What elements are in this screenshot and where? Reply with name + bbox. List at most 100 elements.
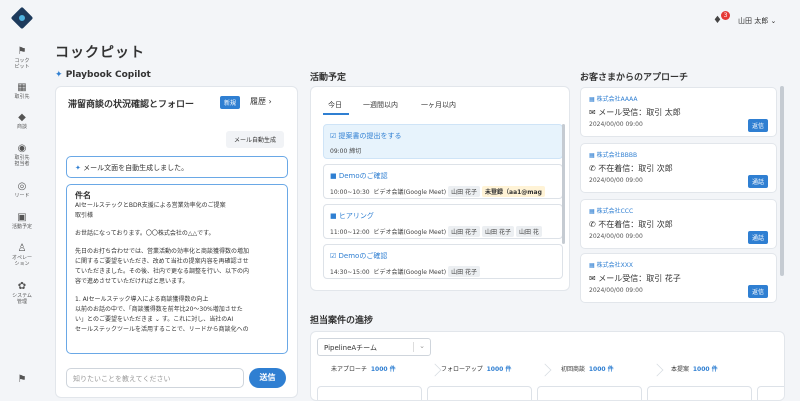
schedule-where: ビデオ会議(Google Meet) [373,229,447,236]
draft-subject-label: 件名 [75,191,91,200]
lead-icon: ◎ [17,181,27,192]
approach-item[interactable]: ▦ 株式会社BBBB ✆ 不在着信：取引 次郎 2024/00/00 09:00… [580,143,777,193]
approach-scrollbar[interactable] [780,86,784,276]
operation-icon: ♙ [17,243,27,254]
deal-card[interactable] [537,386,642,400]
schedule-time: 10:00~10:30 [330,189,370,196]
chevron-down-icon: ⌄ [419,342,425,350]
chevron-down-icon: ⌄ [770,17,777,25]
schedule-scrollbar[interactable] [562,124,565,244]
schedule-where: ビデオ会議(Google Meet) [373,189,447,196]
draft-greeting: お世話になっております。〇〇株式会社の△△です。 [75,230,215,237]
user-menu[interactable]: 山田 太郎 ⌄ [738,16,776,26]
mail-icon: ✉ [589,108,596,117]
nav-label: 取引先 [14,94,30,100]
stage-first-meeting[interactable]: 初回商談 1000 件 [561,362,614,378]
checkbox-icon: ☑ [330,132,337,140]
new-button[interactable]: 新規 [220,96,241,109]
draft-line: 以前のお話の中で、「商談獲得数を前年比20〜30%増加させた [75,306,243,313]
sparkle-icon: ✦ [75,164,81,172]
nav-item-accounts[interactable]: ▦ 取引先 [0,82,44,100]
app-logo[interactable] [10,6,34,30]
tab-week[interactable]: 一週間以内 [363,100,398,110]
stage-follow-up[interactable]: フォローアップ 1000 件 [441,362,511,378]
history-button[interactable]: 履歴 › [250,96,272,107]
building-icon: ▦ [589,262,595,269]
copilot-section-title: ✦ Playbook Copilot [55,70,151,80]
progress-panel: PipelineAチーム ⌄ 未アプローチ 1000 件 フォローアップ 100… [310,331,785,401]
deal-card[interactable] [647,386,752,400]
nav-item-activities[interactable]: ▣ 活動予定 [0,212,44,230]
call-button[interactable]: 通話 [747,231,768,244]
schedule-panel: 今日 一週間以内 一ヶ月以内 ☑ 提案書の提出をする 09:00 締切 ■ De… [310,86,570,291]
attendee-chip: 山田 花子 [448,186,481,197]
nav-label: 取引先 担当者 [14,155,30,167]
reply-button[interactable]: 返信 [747,119,768,132]
attendee-chip: 山田 花子 [448,226,481,237]
ask-input[interactable]: 知りたいことを教えてください [66,368,244,388]
notification-badge: 3 [721,11,730,20]
mail-generate-button[interactable]: メール自動生成 [226,131,285,148]
chevron-right-icon: › [268,97,272,106]
approach-time: 2024/00/00 09:00 [589,287,643,294]
send-button[interactable]: 送信 [249,368,286,388]
attendee-chip: 山田 花 [515,226,542,237]
deal-card[interactable] [317,386,422,400]
approach-time: 2024/00/00 09:00 [589,121,643,128]
diamond-icon: ◆ [18,112,26,123]
schedule-item[interactable]: ■ ヒアリング 11:00~12:00 ビデオ会議(Google Meet) 山田… [323,204,563,239]
schedule-time: 11:00~12:00 [330,229,370,236]
draft-line: セールステックツールを活用することで、リードから商談化への [75,326,249,333]
stage-separator [651,362,659,378]
tab-month[interactable]: 一ヶ月以内 [421,100,456,110]
draft-line: ていただきました。その後、社内で更なる調整を行い、以下の内 [75,268,250,275]
approach-item[interactable]: ▦ 株式会社XXX ✉ メール受信：取引 花子 2024/00/00 09:00… [580,253,777,303]
building-icon: ▦ [589,96,595,103]
system-message: ✦ メール文面を自動生成しました。 [66,156,288,178]
building-icon: ▦ [17,82,27,93]
contact-icon: ◉ [17,143,27,154]
sparkle-icon: ✦ [55,70,63,80]
schedule-item[interactable]: ☑ 提案書の提出をする 09:00 締切 [323,124,563,159]
draft-line: 1. AIセールステック導入による商談獲得数の向上 [75,296,209,303]
schedule-item[interactable]: ■ Demoのご確認 10:00~10:30 ビデオ会議(Google Meet… [323,164,563,199]
deal-card[interactable] [427,386,532,400]
pipeline-select[interactable]: PipelineAチーム ⌄ [317,338,431,356]
side-nav: ⚑ コック ピット ▦ 取引先 ◆ 商談 ◉ 取引先 担当者 ◎ リード ▣ 活… [0,0,44,401]
tab-today[interactable]: 今日 [328,100,342,110]
approach-item[interactable]: ▦ 株式会社AAAA ✉ メール受信：取引 太郎 2024/00/00 09:0… [580,87,777,137]
chevron-down-icon[interactable]: ⌄ [155,316,160,323]
flag-icon: ⚑ [17,374,27,385]
mail-icon: ✉ [589,274,596,283]
approach-item[interactable]: ▦ 株式会社CCC ✆ 不在着信：取引 次郎 2024/00/00 09:00 … [580,199,777,249]
schedule-item[interactable]: ☑ Demoのご確認 14:30~15:00 ビデオ会議(Google Meet… [323,244,563,279]
draft-line: に関するご要望をいただき、改めて当社の提案内容を再確認させ [75,258,249,265]
nav-item-leads[interactable]: ◎ リード [0,181,44,199]
nav-item-deals[interactable]: ◆ 商談 [0,112,44,130]
video-icon: ■ [330,212,337,220]
approach-section-title: お客さまからのアプローチ [580,73,689,83]
flag-icon: ⚑ [17,46,27,57]
active-tab-indicator [323,113,349,115]
deal-card[interactable] [757,386,784,400]
nav-label: オペレー ション [11,255,32,267]
nav-bottom-flag[interactable]: ⚑ [0,374,44,385]
nav-item-operation[interactable]: ♙ オペレー ション [0,243,44,267]
approach-time: 2024/00/00 09:00 [589,177,643,184]
page-title: コックピット [55,45,145,61]
video-icon: ■ [330,172,337,180]
nav-label: コック ピット [14,58,30,70]
mail-draft[interactable]: 件名 AIセールステックとBDR支援による営業効率化のご提案 取引様 お世話にな… [66,184,288,354]
phone-icon: ✆ [589,164,596,173]
nav-item-system[interactable]: ✿ システム 管理 [0,281,44,305]
approach-time: 2024/00/00 09:00 [589,233,643,240]
reply-button[interactable]: 返信 [747,285,768,298]
stage-proposal[interactable]: 本提案 1000 件 [671,362,718,378]
draft-line: い」とのご要望をいただきま ⌄ す。これに対し、当社のAI [75,316,234,323]
stage-not-approached[interactable]: 未アプローチ 1000 件 [331,362,396,378]
nav-item-cockpit[interactable]: ⚑ コック ピット [0,46,44,70]
call-button[interactable]: 通話 [747,175,768,188]
schedule-time: 09:00 締切 [330,148,362,155]
stage-separator [539,362,547,378]
nav-item-contacts[interactable]: ◉ 取引先 担当者 [0,143,44,167]
